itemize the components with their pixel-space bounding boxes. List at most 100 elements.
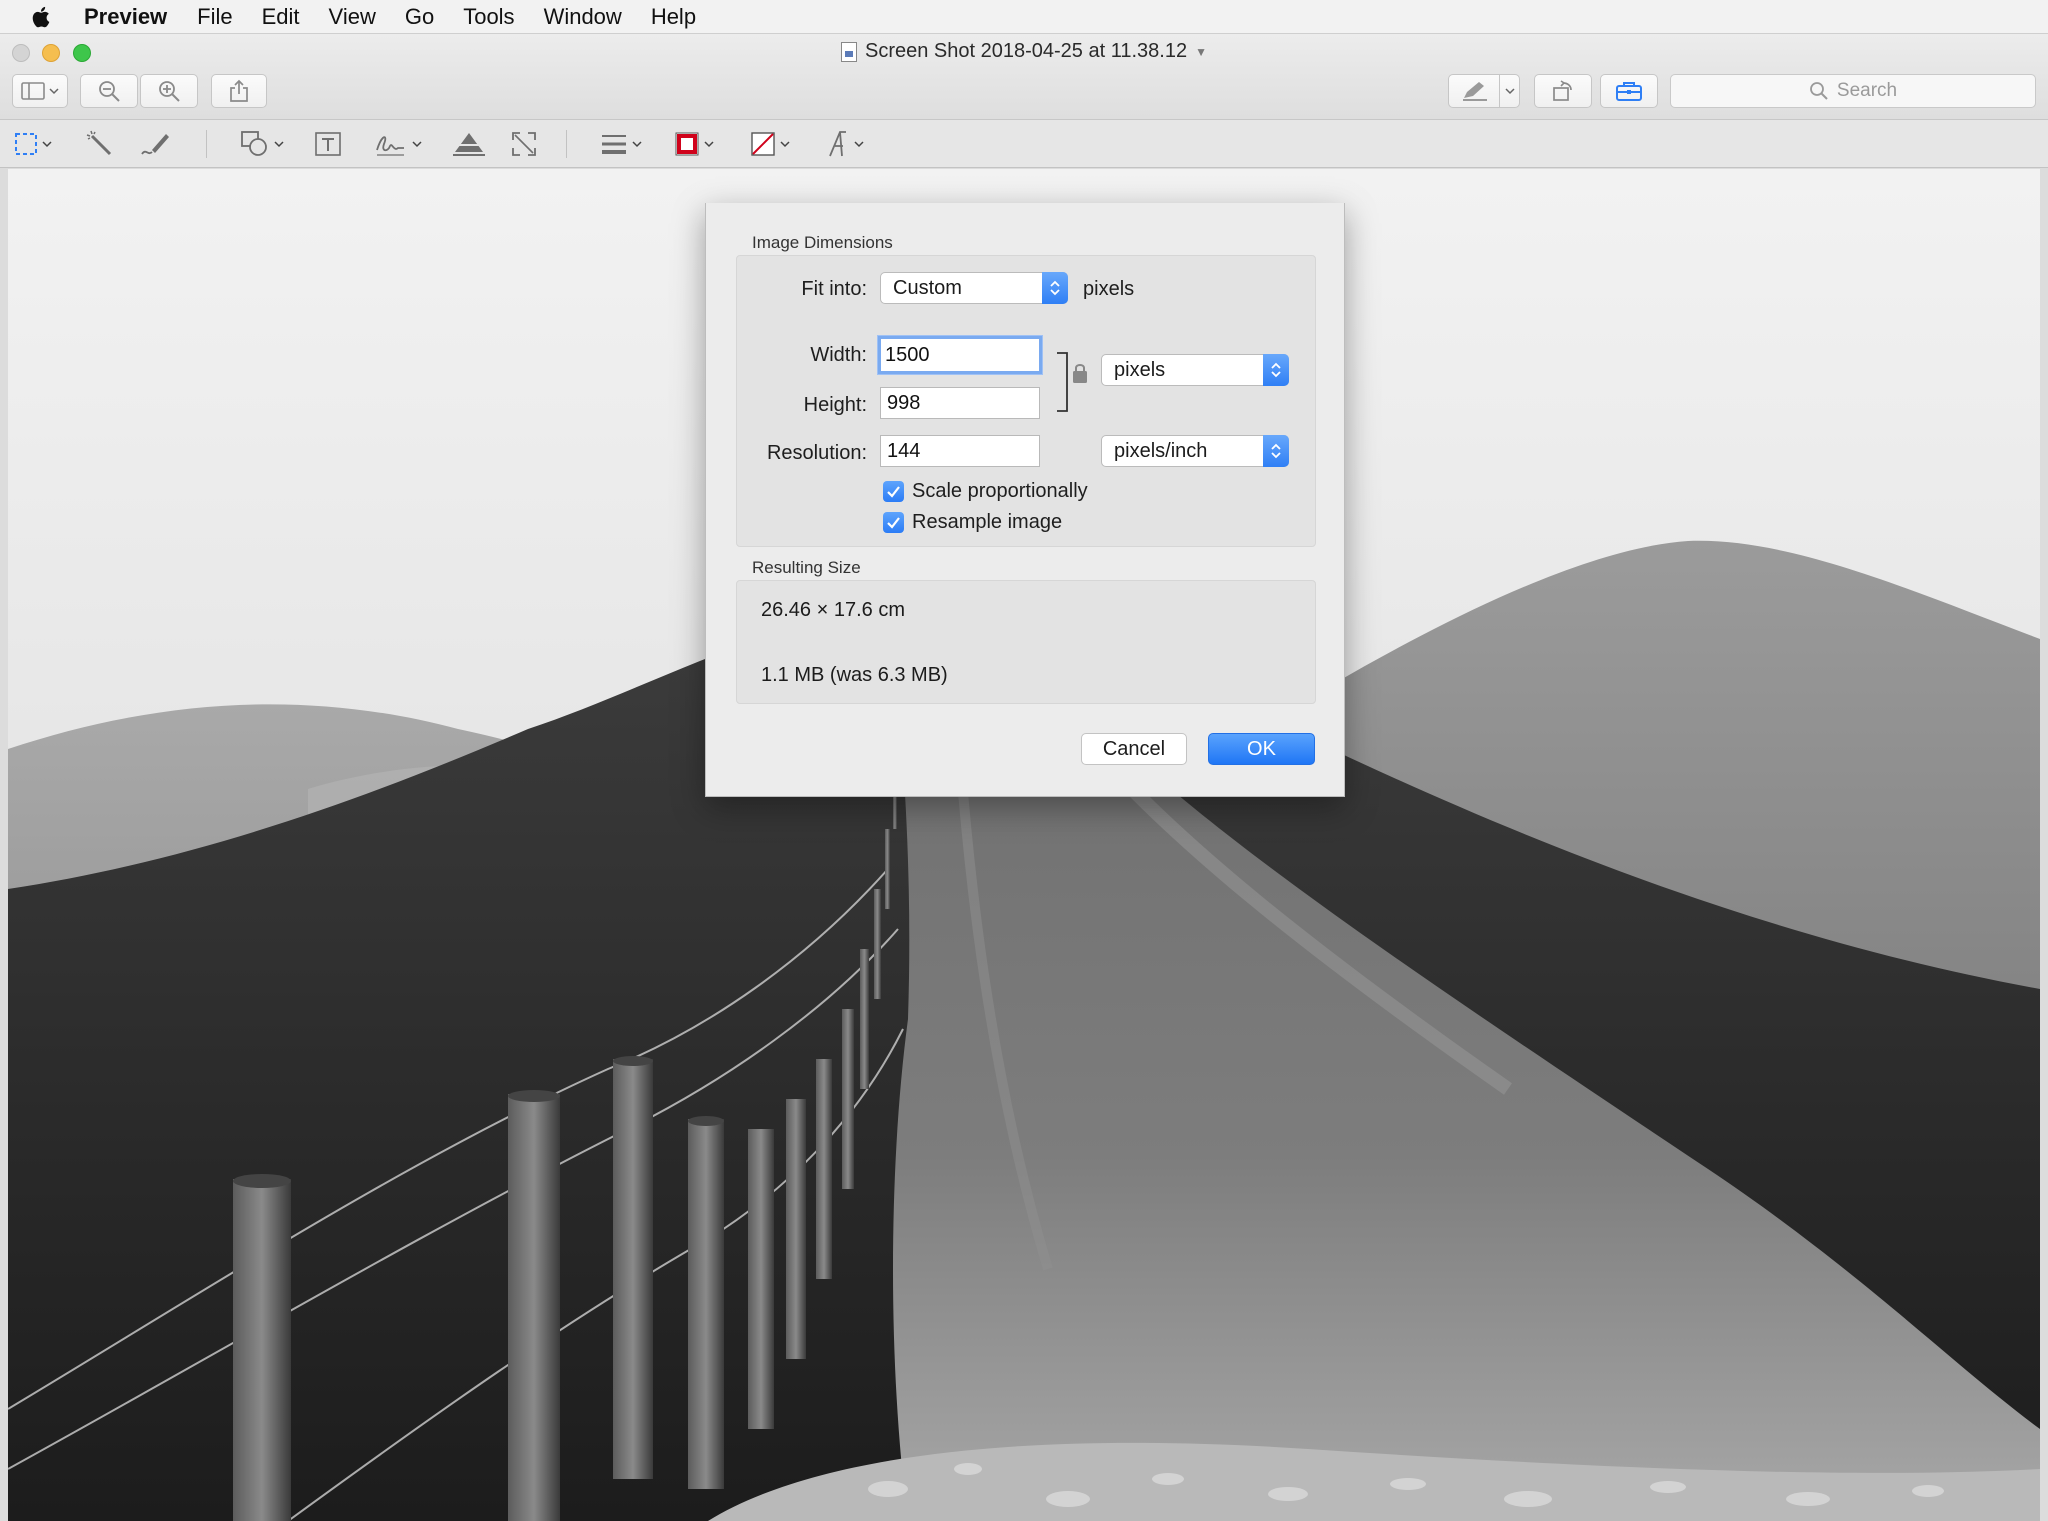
checkmark-icon	[883, 512, 904, 533]
document-icon	[841, 41, 857, 62]
menu-app-name[interactable]: Preview	[84, 0, 167, 34]
instant-alpha-button[interactable]	[86, 130, 114, 158]
window-title[interactable]: Screen Shot 2018-04-25 at 11.38.12 ▼	[0, 40, 2048, 63]
height-label: Height:	[803, 394, 867, 416]
zoom-out-icon	[99, 81, 120, 102]
markup-toolbar	[0, 120, 2048, 168]
fit-into-label: Fit into:	[801, 278, 867, 300]
chevron-down-icon: ▼	[1195, 44, 1207, 59]
fit-into-value: Custom	[893, 276, 962, 299]
ok-button[interactable]: OK	[1208, 733, 1315, 765]
resulting-size-group: 26.46 × 17.6 cm 1.1 MB (was 6.3 MB)	[736, 580, 1316, 704]
border-color-button[interactable]	[674, 130, 714, 158]
chevron-down-icon	[1505, 88, 1515, 95]
preview-window: Screen Shot 2018-04-25 at 11.38.12 ▼ Sea…	[0, 34, 2048, 1521]
text-style-button[interactable]	[826, 130, 864, 158]
resulting-size-heading: Resulting Size	[752, 558, 861, 577]
markup-toolbar-toggle-button[interactable]	[1600, 74, 1658, 108]
apple-menu-icon[interactable]	[0, 0, 84, 34]
search-icon	[1809, 82, 1828, 100]
rectangular-selection-icon	[15, 133, 37, 155]
line-weight-icon	[602, 135, 626, 154]
height-field[interactable]	[880, 387, 1040, 419]
resulting-dimensions: 26.46 × 17.6 cm	[761, 599, 905, 621]
popup-arrows-icon	[1263, 435, 1289, 467]
fit-into-unit: pixels	[1083, 278, 1135, 300]
resolution-label: Resolution:	[766, 442, 867, 464]
chevron-down-icon	[42, 141, 52, 148]
lock-icon[interactable]	[1071, 362, 1089, 384]
share-button[interactable]	[211, 74, 267, 108]
chevron-down-icon	[780, 141, 790, 148]
scale-proportionally-checkbox[interactable]: Scale proportionally	[883, 480, 1088, 503]
shapes-icon	[241, 131, 267, 156]
pen-tip-icon	[1463, 82, 1487, 101]
resample-image-label: Resample image	[912, 511, 1063, 533]
menu-edit[interactable]: Edit	[262, 0, 300, 34]
popup-arrows-icon	[1263, 354, 1289, 386]
resolution-unit-value: pixels/inch	[1114, 439, 1208, 462]
menu-window[interactable]: Window	[544, 0, 622, 34]
adjust-size-dialog: Image Dimensions Fit into: Custom pixels…	[705, 203, 1345, 797]
resolution-unit-popup[interactable]: pixels/inch	[1101, 435, 1289, 467]
menu-file[interactable]: File	[197, 0, 232, 34]
sketch-tool-button[interactable]	[140, 130, 172, 158]
fit-into-popup[interactable]: Custom	[880, 272, 1068, 304]
menu-go[interactable]: Go	[405, 0, 434, 34]
adjust-color-icon	[453, 133, 485, 156]
fill-color-button[interactable]	[750, 130, 790, 158]
resulting-file-size: 1.1 MB (was 6.3 MB)	[761, 664, 948, 686]
text-style-icon	[829, 131, 846, 157]
toolbar-divider	[206, 130, 207, 158]
adjust-color-button[interactable]	[452, 130, 486, 158]
resample-image-checkbox[interactable]: Resample image	[883, 511, 1062, 534]
chevron-down-icon	[632, 141, 642, 148]
signature-button[interactable]	[374, 130, 422, 158]
selection-tool-button[interactable]	[14, 130, 52, 158]
menu-help[interactable]: Help	[651, 0, 696, 34]
zoom-in-button[interactable]	[140, 74, 198, 108]
resolution-field[interactable]	[880, 435, 1040, 467]
shapes-button[interactable]	[240, 130, 284, 158]
fill-color-icon	[751, 132, 775, 156]
chevron-down-icon	[412, 141, 422, 148]
rotate-button[interactable]	[1534, 74, 1592, 108]
toolbar-divider	[566, 130, 567, 158]
adjust-size-button[interactable]	[510, 130, 538, 158]
scale-proportionally-label: Scale proportionally	[912, 480, 1088, 502]
menu-view[interactable]: View	[329, 0, 376, 34]
search-placeholder: Search	[1836, 80, 1898, 101]
popup-arrows-icon	[1042, 272, 1068, 304]
width-field[interactable]	[878, 336, 1042, 374]
rotate-icon	[1553, 80, 1572, 101]
menu-bar: Preview File Edit View Go Tools Window H…	[0, 0, 2048, 34]
menu-tools[interactable]: Tools	[463, 0, 514, 34]
markup-pen-button[interactable]	[1448, 74, 1520, 108]
shape-style-button[interactable]	[600, 130, 642, 158]
chevron-down-icon	[49, 88, 59, 95]
text-box-icon	[315, 132, 341, 156]
checkmark-icon	[883, 481, 904, 502]
sketch-icon	[141, 134, 169, 155]
toolbox-icon	[1616, 82, 1642, 101]
cancel-button[interactable]: Cancel	[1081, 733, 1187, 765]
chevron-down-icon	[704, 141, 714, 148]
sidebar-toggle-button[interactable]	[12, 74, 68, 108]
zoom-in-icon	[159, 81, 180, 102]
chevron-down-icon	[274, 141, 284, 148]
window-title-text: Screen Shot 2018-04-25 at 11.38.12	[865, 40, 1188, 62]
width-label: Width:	[810, 344, 867, 366]
share-icon	[230, 79, 248, 102]
size-unit-popup[interactable]: pixels	[1101, 354, 1289, 386]
image-dimensions-heading: Image Dimensions	[752, 233, 893, 252]
magic-wand-icon	[86, 130, 112, 156]
search-field[interactable]: Search	[1670, 74, 2036, 108]
image-dimensions-group: Fit into: Custom pixels Width: Height: p…	[736, 255, 1316, 547]
chevron-down-icon	[854, 141, 864, 148]
border-color-icon	[675, 132, 699, 156]
size-unit-value: pixels	[1114, 358, 1166, 381]
zoom-out-button[interactable]	[80, 74, 138, 108]
text-tool-button[interactable]	[314, 130, 342, 158]
sidebar-icon	[21, 82, 45, 100]
resize-icon	[512, 132, 536, 156]
